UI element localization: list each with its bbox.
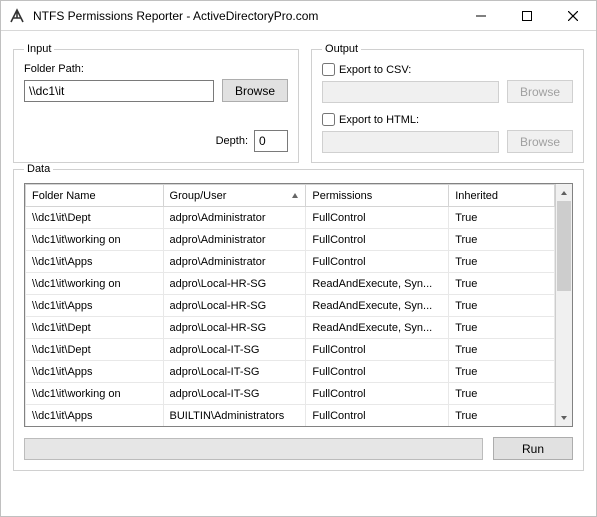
cell-perm: FullControl: [306, 361, 449, 383]
table-row[interactable]: \\dc1\it\Deptadpro\AdministratorFullCont…: [26, 207, 555, 229]
cell-group: adpro\Local-HR-SG: [163, 273, 306, 295]
sort-ascending-icon: [291, 191, 299, 203]
cell-inh: True: [449, 207, 555, 229]
cell-folder: \\dc1\it\Dept: [26, 317, 164, 339]
cell-folder: \\dc1\it\Apps: [26, 251, 164, 273]
cell-inh: True: [449, 273, 555, 295]
table-row[interactable]: \\dc1\it\working onadpro\AdministratorFu…: [26, 229, 555, 251]
depth-input[interactable]: [254, 130, 288, 152]
export-csv-checkbox[interactable]: [322, 63, 335, 76]
csv-path-input: [322, 81, 499, 103]
cell-group: adpro\Administrator: [163, 251, 306, 273]
cell-inh: True: [449, 229, 555, 251]
cell-inh: True: [449, 295, 555, 317]
vertical-scrollbar[interactable]: [555, 184, 572, 426]
data-panel: Data Folder Name Group/User: [13, 163, 584, 471]
cell-group: adpro\Local-IT-SG: [163, 339, 306, 361]
cell-perm: FullControl: [306, 339, 449, 361]
cell-perm: FullControl: [306, 229, 449, 251]
scroll-up-icon[interactable]: [556, 184, 572, 201]
cell-inh: True: [449, 317, 555, 339]
cell-perm: ReadAndExecute, Syn...: [306, 295, 449, 317]
cell-inh: True: [449, 339, 555, 361]
close-button[interactable]: [550, 1, 596, 31]
cell-folder: \\dc1\it\working on: [26, 229, 164, 251]
cell-inh: True: [449, 405, 555, 427]
run-button[interactable]: Run: [493, 437, 573, 460]
table-row[interactable]: \\dc1\it\working onadpro\Local-HR-SGRead…: [26, 273, 555, 295]
input-legend: Input: [24, 43, 54, 55]
cell-perm: ReadAndExecute, Syn...: [306, 317, 449, 339]
scroll-down-icon[interactable]: [556, 409, 572, 426]
column-header-permissions[interactable]: Permissions: [306, 185, 449, 207]
cell-group: adpro\Local-IT-SG: [163, 361, 306, 383]
browse-html-button: Browse: [507, 130, 573, 153]
cell-perm: FullControl: [306, 207, 449, 229]
cell-group: adpro\Local-IT-SG: [163, 383, 306, 405]
cell-folder: \\dc1\it\Apps: [26, 361, 164, 383]
cell-folder: \\dc1\it\working on: [26, 383, 164, 405]
cell-group: adpro\Administrator: [163, 207, 306, 229]
depth-label: Depth:: [216, 135, 248, 147]
cell-group: adpro\Administrator: [163, 229, 306, 251]
table-row[interactable]: \\dc1\it\Deptadpro\Local-HR-SGReadAndExe…: [26, 317, 555, 339]
progress-bar: [24, 438, 483, 460]
cell-folder: \\dc1\it\Dept: [26, 207, 164, 229]
html-path-input: [322, 131, 499, 153]
scroll-thumb[interactable]: [557, 201, 571, 291]
cell-perm: FullControl: [306, 251, 449, 273]
cell-perm: FullControl: [306, 405, 449, 427]
cell-perm: FullControl: [306, 383, 449, 405]
table-row[interactable]: \\dc1\it\AppsBUILTIN\AdministratorsFullC…: [26, 405, 555, 427]
cell-folder: \\dc1\it\Apps: [26, 295, 164, 317]
cell-inh: True: [449, 251, 555, 273]
table-row[interactable]: \\dc1\it\Appsadpro\Local-HR-SGReadAndExe…: [26, 295, 555, 317]
maximize-button[interactable]: [504, 1, 550, 31]
column-header-group[interactable]: Group/User: [163, 185, 306, 207]
folder-path-input[interactable]: [24, 80, 214, 102]
table-row[interactable]: \\dc1\it\Deptadpro\Local-IT-SGFullContro…: [26, 339, 555, 361]
titlebar[interactable]: NTFS Permissions Reporter - ActiveDirect…: [1, 1, 596, 31]
table-row[interactable]: \\dc1\it\Appsadpro\AdministratorFullCont…: [26, 251, 555, 273]
minimize-button[interactable]: [458, 1, 504, 31]
cell-group: adpro\Local-HR-SG: [163, 317, 306, 339]
data-grid[interactable]: Folder Name Group/User Permissions Inher…: [25, 184, 555, 426]
input-panel: Input Folder Path: Browse Depth:: [13, 43, 299, 163]
browse-csv-button: Browse: [507, 80, 573, 103]
browse-folder-button[interactable]: Browse: [222, 79, 288, 102]
cell-group: BUILTIN\Administrators: [163, 405, 306, 427]
cell-folder: \\dc1\it\Dept: [26, 339, 164, 361]
cell-inh: True: [449, 361, 555, 383]
cell-folder: \\dc1\it\working on: [26, 273, 164, 295]
output-legend: Output: [322, 43, 361, 55]
data-legend: Data: [24, 163, 53, 175]
window-title: NTFS Permissions Reporter - ActiveDirect…: [33, 9, 318, 23]
output-panel: Output Export to CSV: Browse Export to H…: [311, 43, 584, 163]
export-html-checkbox[interactable]: [322, 113, 335, 126]
export-html-label: Export to HTML:: [339, 114, 419, 126]
cell-group: adpro\Local-HR-SG: [163, 295, 306, 317]
folder-path-label: Folder Path:: [24, 63, 288, 75]
cell-folder: \\dc1\it\Apps: [26, 405, 164, 427]
cell-inh: True: [449, 383, 555, 405]
column-header-inherited[interactable]: Inherited: [449, 185, 555, 207]
column-header-folder[interactable]: Folder Name: [26, 185, 164, 207]
table-row[interactable]: \\dc1\it\working onadpro\Local-IT-SGFull…: [26, 383, 555, 405]
app-icon: [9, 8, 25, 24]
export-csv-label: Export to CSV:: [339, 64, 411, 76]
table-row[interactable]: \\dc1\it\Appsadpro\Local-IT-SGFullContro…: [26, 361, 555, 383]
cell-perm: ReadAndExecute, Syn...: [306, 273, 449, 295]
